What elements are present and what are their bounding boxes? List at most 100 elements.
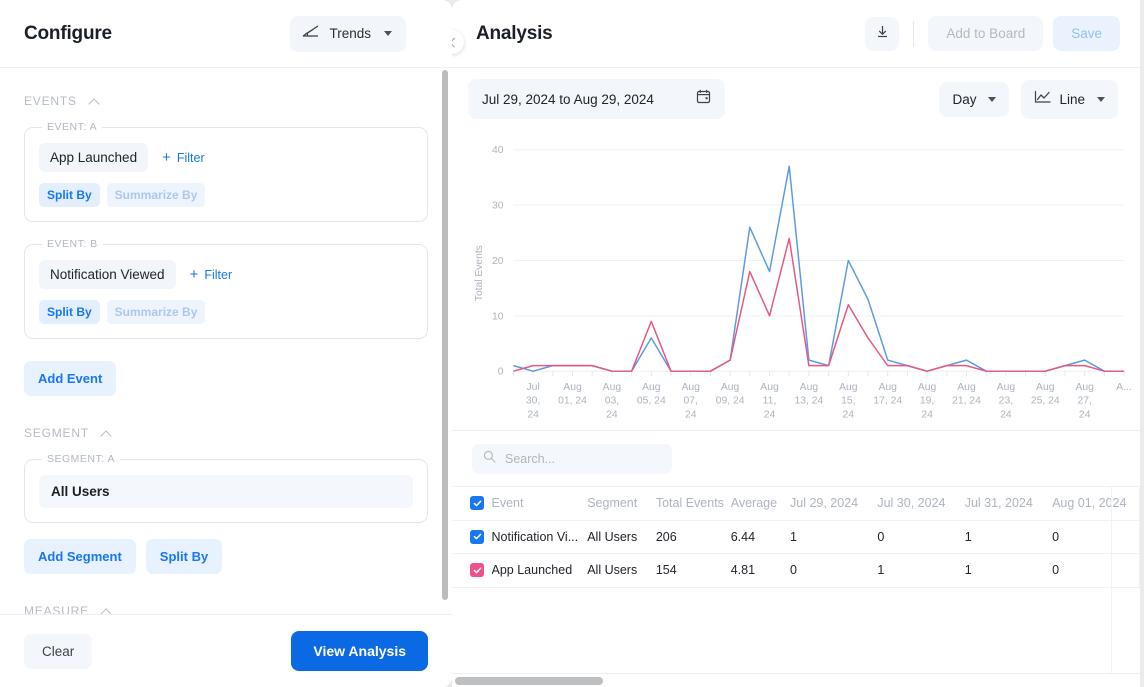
x-tick-label: 24 [921,409,933,420]
page-title: Configure [24,22,112,44]
y-tick-label: 40 [492,145,504,156]
divider [913,20,915,47]
event-a-legend: EVENT: A [47,121,98,133]
app-root: Configure Trends EVENTS EVENT: A App Lau… [0,0,1144,687]
search-box[interactable] [472,444,672,474]
x-tick-label: 13, 24 [794,396,823,407]
col-header-total-events[interactable]: Total Events [655,486,731,521]
event-card-b: EVENT: B Notification Viewed + Filter Sp… [24,238,428,339]
event-a-summarize-by[interactable]: Summarize By [106,183,206,207]
x-tick-label: Aug [1036,382,1055,393]
granularity-label: Day [952,91,977,107]
segment-section-header[interactable]: SEGMENT [24,426,428,440]
configure-footer: Clear View Analysis [0,615,452,687]
col-header-date-2[interactable]: Jul 30, 2024 [877,486,965,521]
configure-scrollbar[interactable] [442,70,448,600]
chart-series-lines [513,165,1125,372]
y-tick-label: 30 [492,201,504,212]
chart-type-label: Line [1059,91,1085,107]
x-tick-label: 30, [526,396,540,407]
chart-type-dropdown[interactable]: Line [1021,79,1118,119]
x-tick-label: Aug [1075,382,1094,393]
analysis-type-dropdown[interactable]: Trends [290,15,406,52]
search-input[interactable] [505,452,661,466]
event-b-summarize-by[interactable]: Summarize By [106,300,206,324]
table-horizontal-scrollbar[interactable] [452,673,1140,687]
y-tick-label: 0 [498,367,504,378]
view-analysis-button[interactable]: View Analysis [291,631,428,671]
x-tick-label: A... [1116,382,1132,393]
granularity-dropdown[interactable]: Day [939,81,1010,117]
x-tick-label: 24 [764,409,776,420]
configure-body: EVENTS EVENT: A App Launched + Filter Sp… [0,68,452,615]
add-segment-button[interactable]: Add Segment [24,539,136,574]
chart-canvas: 0 10 20 30 40 Jul 30, 24 Aug 01, 24 Aug 03, 24 Aug 05… [474,145,1132,420]
select-all-checkbox[interactable] [470,496,484,510]
x-tick-label: 27, [1077,396,1091,407]
save-button[interactable]: Save [1053,16,1120,51]
table-header-row: Event Segment Total Events Average Jul 2… [452,486,1140,521]
x-tick-label: 17, 24 [873,396,902,407]
series-line[interactable] [513,165,1125,372]
col-header-date-3[interactable]: Jul 31, 2024 [964,486,1053,521]
col-header-date-4[interactable]: Aug 01, 2024 [1052,486,1140,521]
event-a-add-filter-button[interactable]: + Filter [156,146,211,169]
x-tick-label: Aug [563,382,582,393]
download-button[interactable] [865,16,900,51]
x-tick-label: Aug [878,382,897,393]
measure-section-header[interactable]: MEASURE [24,604,428,615]
segment-split-by-button[interactable]: Split By [145,539,223,574]
event-b-row: Notification Viewed + Filter [39,260,413,289]
chevron-up-icon[interactable] [101,606,112,615]
series-line[interactable] [513,237,1125,372]
row-checkbox[interactable] [470,563,484,577]
event-a-split-by[interactable]: Split By [39,183,100,207]
x-tick-label: Aug [721,382,740,393]
date-range-label: Jul 29, 2024 to Aug 29, 2024 [482,91,654,107]
analysis-title: Analysis [476,22,553,44]
x-tick-label: 01, 24 [558,396,587,407]
x-tick-label: Aug [800,382,819,393]
x-tick-label: 24 [527,409,539,420]
cell-total-events: 154 [655,553,731,588]
event-a-tags: Split By Summarize By [39,183,413,207]
chevron-up-icon[interactable] [101,428,112,439]
clear-button[interactable]: Clear [24,633,93,669]
analysis-panel: Analysis Add to Board Save Jul 29, 2024 … [452,0,1140,687]
event-b-name[interactable]: Notification Viewed [39,260,176,289]
measure-section-title: MEASURE [24,604,89,615]
date-range-picker[interactable]: Jul 29, 2024 to Aug 29, 2024 [468,79,725,119]
col-header-date-1[interactable]: Jul 29, 2024 [790,486,878,521]
segment-a-value[interactable]: All Users [39,475,413,508]
col-header-segment[interactable]: Segment [587,486,656,521]
y-tick-label: 20 [492,256,504,267]
event-b-split-by[interactable]: Split By [39,300,100,324]
cell-total-events: 206 [655,520,731,554]
event-a-name[interactable]: App Launched [39,143,149,172]
table-row[interactable]: Notification Vi... All Users 206 6.44 1 … [452,520,1140,554]
chart-gridlines [513,149,1125,372]
x-tick-label: 09, 24 [716,396,745,407]
results-table-area: Event Segment Total Events Average Jul 2… [452,430,1140,687]
trends-line-chart[interactable]: 0 10 20 30 40 Jul 30, 24 Aug 01, 24 Aug 03, 24 Aug 05… [452,130,1140,430]
cell-average: 6.44 [730,520,790,554]
table-row[interactable]: App Launched All Users 154 4.81 0 1 1 0 [452,553,1140,588]
col-header-event[interactable]: Event [491,486,588,521]
x-tick-label: 24 [685,409,697,420]
event-b-tags: Split By Summarize By [39,300,413,324]
row-checkbox[interactable] [470,529,484,544]
events-section-title: EVENTS [24,94,77,108]
plus-icon: + [162,149,171,166]
x-tick-label: Aug [760,382,779,393]
row-select-cell [452,553,492,588]
add-to-board-button[interactable]: Add to Board [928,16,1044,51]
event-b-add-filter-button[interactable]: + Filter [184,263,239,286]
col-header-average[interactable]: Average [730,486,790,521]
scrollbar-thumb[interactable] [455,677,603,685]
segment-card-a: SEGMENT: A All Users [24,453,428,523]
chevron-up-icon[interactable] [89,96,100,107]
analysis-header: Analysis Add to Board Save [452,0,1140,68]
cell-event: Notification Vi... [491,520,588,554]
events-section-header[interactable]: EVENTS [24,94,428,108]
add-event-button[interactable]: Add Event [24,361,117,396]
